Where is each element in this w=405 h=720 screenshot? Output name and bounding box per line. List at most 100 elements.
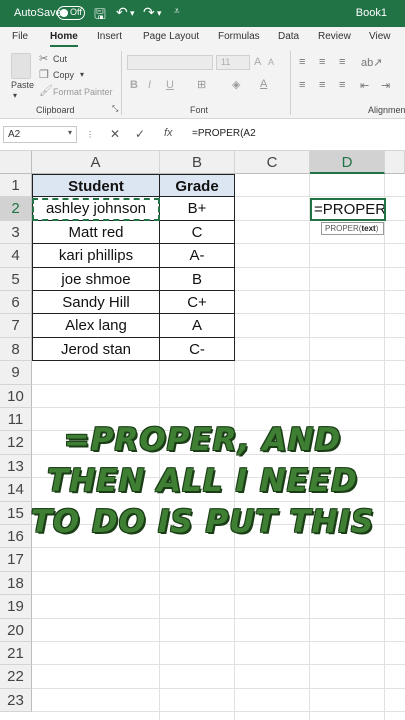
table-cell[interactable]: Alex lang [32, 314, 160, 338]
undo-icon[interactable]: ↶ [116, 4, 128, 21]
tab-insert[interactable]: Insert [97, 31, 122, 42]
table-cell[interactable]: Sandy Hill [32, 291, 160, 315]
font-name-input[interactable] [127, 55, 213, 70]
row-header[interactable]: 7 [0, 314, 32, 338]
enter-icon[interactable]: ✓ [135, 127, 145, 141]
grow-font-icon[interactable]: A [254, 56, 261, 68]
formula-input[interactable]: =PROPER(A2 [192, 128, 256, 139]
redo-icon[interactable]: ↷ [143, 4, 155, 21]
row-header[interactable]: 20 [0, 618, 32, 642]
underline-icon[interactable]: U [166, 79, 174, 91]
column-header-b[interactable]: B [160, 151, 235, 174]
format-painter-button[interactable]: Format Painter [53, 87, 113, 97]
customize-qat-icon[interactable]: ⩡ [174, 6, 180, 17]
insert-function-icon[interactable]: fx [164, 127, 173, 139]
italic-icon[interactable]: I [148, 79, 151, 91]
grid-line [32, 407, 405, 408]
table-header-cell[interactable]: Grade [160, 174, 235, 198]
tab-formulas[interactable]: Formulas [218, 31, 260, 42]
align-middle-icon[interactable]: ≡ [319, 56, 325, 68]
tab-home[interactable]: Home [50, 31, 78, 42]
align-bottom-icon[interactable]: ≡ [339, 56, 345, 68]
table-cell[interactable]: C+ [160, 291, 235, 315]
save-icon[interactable]: 🖫 [94, 4, 106, 28]
copy-dropdown-icon[interactable]: ▾ [80, 70, 84, 79]
paste-button[interactable]: Paste [11, 80, 34, 90]
copy-icon[interactable]: ❐ [39, 68, 49, 81]
redo-dropdown-icon[interactable]: ▾ [157, 8, 162, 19]
table-cell[interactable]: kari phillips [32, 244, 160, 268]
cut-button[interactable]: Cut [53, 54, 67, 64]
align-right-icon[interactable]: ≡ [339, 79, 345, 91]
clipboard-launcher-icon[interactable]: ⤡ [112, 104, 118, 114]
align-top-icon[interactable]: ≡ [299, 56, 305, 68]
undo-dropdown-icon[interactable]: ▾ [130, 8, 135, 19]
active-cell-d2[interactable]: =PROPER(A2 [310, 198, 386, 221]
row-header[interactable]: 8 [0, 337, 32, 362]
select-all-corner[interactable] [0, 151, 32, 174]
borders-icon[interactable]: ⊞ [197, 78, 206, 91]
table-cell[interactable]: C [160, 220, 235, 245]
row-header[interactable]: 9 [0, 361, 32, 385]
name-box[interactable]: A2 ▾ [3, 126, 77, 143]
bold-icon[interactable]: B [130, 79, 138, 91]
column-header-e[interactable] [385, 151, 405, 174]
align-left-icon[interactable]: ≡ [299, 79, 305, 91]
clipboard-group-label: Clipboard [36, 105, 75, 115]
row-header[interactable]: 1 [0, 174, 32, 198]
chevron-down-icon[interactable]: ▾ [68, 128, 72, 137]
table-cell[interactable]: C- [160, 337, 235, 362]
column-header-c[interactable]: C [235, 151, 310, 174]
table-cell[interactable]: A- [160, 244, 235, 268]
table-cell[interactable]: A [160, 314, 235, 338]
grid-line [32, 711, 405, 713]
row-header[interactable]: 4 [0, 244, 32, 268]
row-header[interactable]: 10 [0, 384, 32, 408]
font-color-icon[interactable]: A [260, 78, 267, 90]
row-header[interactable]: 18 [0, 571, 32, 596]
function-tooltip[interactable]: PROPER(text) [321, 222, 384, 235]
font-size-input[interactable]: 11 [216, 55, 250, 70]
autosave-toggle[interactable]: Off [57, 6, 85, 20]
cancel-icon[interactable]: ✕ [110, 127, 120, 141]
decrease-indent-icon[interactable]: ⇤ [360, 79, 369, 92]
row-header[interactable]: 3 [0, 220, 32, 245]
orientation-icon[interactable]: ab↗ [361, 56, 382, 69]
shrink-font-icon[interactable]: A [268, 57, 274, 67]
row-header[interactable]: 6 [0, 291, 32, 315]
cut-icon[interactable]: ✂ [39, 52, 48, 65]
caption-line: =PROPER, and [63, 422, 342, 458]
tab-data[interactable]: Data [278, 31, 299, 42]
row-header[interactable]: 17 [0, 548, 32, 572]
column-header-a[interactable]: A [32, 151, 160, 174]
tab-page-layout[interactable]: Page Layout [143, 31, 199, 42]
format-painter-icon[interactable]: 🖌 [39, 84, 53, 97]
grid-line [32, 664, 405, 666]
paste-dropdown-icon[interactable]: ▾ [13, 91, 17, 100]
table-cell[interactable]: B+ [160, 197, 235, 221]
table-cell[interactable]: Matt red [32, 220, 160, 245]
table-cell[interactable]: Jerod stan [32, 337, 160, 362]
font-size-value: 11 [221, 57, 231, 67]
tab-view[interactable]: View [369, 31, 391, 42]
table-header-cell[interactable]: Student [32, 174, 160, 198]
column-header-d[interactable]: D [310, 151, 385, 174]
tab-review[interactable]: Review [318, 31, 351, 42]
align-center-icon[interactable]: ≡ [319, 79, 325, 91]
increase-indent-icon[interactable]: ⇥ [381, 79, 390, 92]
row-header[interactable]: 19 [0, 595, 32, 619]
table-cell[interactable]: joe shmoe [32, 267, 160, 291]
tab-file[interactable]: File [12, 31, 28, 42]
row-header[interactable]: 2 [0, 197, 32, 221]
copy-button[interactable]: Copy [53, 70, 74, 80]
paste-icon[interactable] [11, 53, 31, 79]
fill-color-icon[interactable]: ◈ [232, 78, 240, 91]
row-header[interactable]: 21 [0, 642, 32, 666]
grid-line [32, 687, 405, 689]
table-cell[interactable]: ashley johnson [32, 197, 160, 221]
row-header[interactable]: 23 [0, 688, 32, 713]
row-header[interactable]: 22 [0, 665, 32, 689]
table-cell[interactable]: B [160, 267, 235, 291]
autosave-toggle-state: Off [70, 7, 82, 17]
row-header[interactable]: 5 [0, 267, 32, 291]
